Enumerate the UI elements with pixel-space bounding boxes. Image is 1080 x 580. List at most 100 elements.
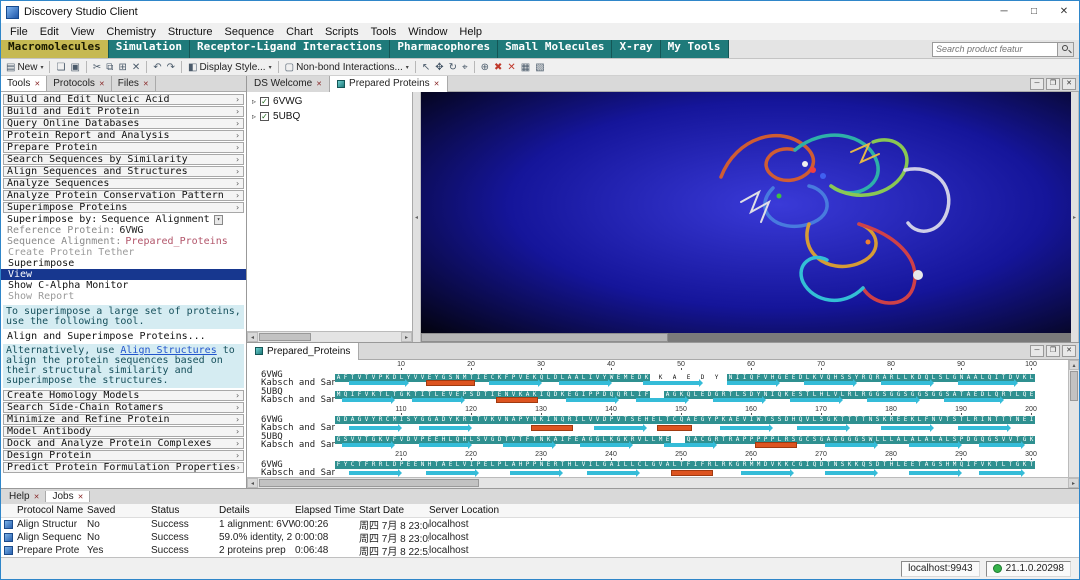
tool-prepare-protein[interactable]: Prepare Protein › (3, 142, 244, 153)
tool-create-homology-models[interactable]: Create Homology Models › (3, 390, 244, 401)
panel-tab-protocols[interactable]: Protocols ✕ (47, 76, 112, 91)
scroll-right-button[interactable]: ▸ (401, 332, 412, 342)
panel-minimize-button[interactable]: ─ (1030, 345, 1044, 357)
menu-sequence[interactable]: Sequence (219, 26, 281, 38)
right-splitter[interactable]: ▸ (1071, 92, 1079, 342)
menu-help[interactable]: Help (453, 26, 488, 38)
tool-action-view[interactable]: View (1, 269, 246, 280)
undo-button[interactable]: ↶ (151, 60, 163, 75)
superimpose-by-combo[interactable]: Superimpose by: Sequence Alignment ▾ (7, 214, 246, 225)
ribbon-tab-small-molecules[interactable]: Small Molecules (498, 40, 613, 58)
scroll-left-button[interactable]: ◂ (247, 478, 258, 488)
panel-tab-tools[interactable]: Tools ✕ (1, 76, 48, 91)
tool-build-and-edit-nucleic-acid[interactable]: Build and Edit Nucleic Acid › (3, 94, 244, 105)
close-tab-icon[interactable]: ✕ (34, 493, 40, 501)
zoom-cursor-button[interactable]: ⌖ (460, 60, 470, 75)
tool-search-side-chain-rotamers[interactable]: Search Side-Chain Rotamers › (3, 402, 244, 413)
jobs-row[interactable]: Align Sequenc No Success 59.0% identity, 20… (1, 531, 1079, 545)
scroll-thumb[interactable] (259, 479, 479, 487)
tree-item-5ubq[interactable]: ▹ ✓ 5UBQ (247, 109, 412, 124)
close-tab-icon[interactable]: ✕ (434, 80, 440, 88)
doc-tab-ds-welcome[interactable]: DS Welcome ✕ (247, 75, 331, 92)
scroll-thumb[interactable] (1070, 371, 1078, 401)
paste-button[interactable]: ⊞ (116, 60, 128, 75)
tool-build-and-edit-protein[interactable]: Build and Edit Protein › (3, 106, 244, 117)
tool-design-protein[interactable]: Design Protein › (3, 450, 244, 461)
left-splitter[interactable]: ◂ (413, 92, 421, 342)
tool-superimpose-proteins[interactable]: Superimpose Proteins › (3, 202, 244, 213)
save-button[interactable]: ▣ (68, 60, 81, 75)
sequence-cells[interactable]: QDAGVYRCMISYGGADYKRITVKVNAPYNKINQRILVVDP… (335, 415, 1035, 424)
sequence-alignment-view[interactable]: 10 20 30 40 50 60 70 80 90 100 6VWG A F T V T V P K D L Y V V E Y… (247, 360, 1079, 477)
ribbon-tab-x-ray[interactable]: X-ray (612, 40, 661, 58)
tool-model-antibody[interactable]: Model Antibody › (3, 426, 244, 437)
menu-window[interactable]: Window (402, 26, 453, 38)
ribbon-tab-my-tools[interactable]: My Tools (660, 40, 729, 58)
close-tab-icon[interactable]: ✕ (316, 80, 322, 88)
tool-action-superimpose[interactable]: Superimpose (7, 258, 246, 269)
bottom-tab-help[interactable]: Help ✕ (3, 491, 47, 502)
search-button[interactable] (1057, 42, 1073, 56)
redo-button[interactable]: ↷ (165, 60, 177, 75)
ribbon-tab-simulation[interactable]: Simulation (108, 40, 190, 58)
panel-restore-button[interactable]: ❐ (1046, 345, 1060, 357)
copy-button[interactable]: ⧉ (104, 60, 115, 75)
ribbon-tab-macromolecules[interactable]: Macromolecules (1, 40, 109, 58)
panel-minimize-button[interactable]: ─ (1030, 77, 1044, 90)
close-tab-icon[interactable]: ✕ (78, 493, 84, 501)
menu-chemistry[interactable]: Chemistry (100, 26, 162, 38)
jobs-row[interactable]: Align Structur No Success 1 alignment: 6VW 0… (1, 518, 1079, 532)
panel-close-button[interactable]: ✕ (1062, 345, 1076, 357)
sequence-cells[interactable]: GSVVTGKVFVDVPEEHLQHLSVGDTVTFTNKAIFEAGGLK… (335, 433, 1035, 444)
3d-viewer[interactable] (421, 92, 1071, 342)
sequence-vertical-scrollbar[interactable]: ▴ (1068, 360, 1079, 477)
sequence-cells[interactable]: MQIFVKTLTGKTITLEVEPSDTIENVKAKIQDKEGIPPDQ… (335, 388, 1035, 399)
tool-predict-protein-formulation-properties[interactable]: Predict Protein Formulation Properties › (3, 462, 244, 473)
tool-protein-report-and-analysis[interactable]: Protein Report and Analysis › (3, 130, 244, 141)
close-tab-icon[interactable]: ✕ (99, 80, 105, 88)
tool-search-sequences-by-similarity[interactable]: Search Sequences by Similarity › (3, 154, 244, 165)
center-view-button[interactable]: ⊕ (479, 60, 491, 75)
select-cursor-button[interactable]: ↖ (420, 60, 432, 75)
maximize-button[interactable]: □ (1019, 1, 1049, 23)
close-tab-icon[interactable]: ✕ (34, 80, 40, 88)
non-bond-interactions-button[interactable]: ▢ Non-bond Interactions... ▾ (283, 60, 411, 75)
visibility-checkbox[interactable]: ✓ (260, 112, 270, 121)
menu-tools[interactable]: Tools (365, 26, 403, 38)
panel-tab-files[interactable]: Files ✕ (111, 76, 156, 91)
ribbon-tab-pharmacophores[interactable]: Pharmacophores (390, 40, 499, 58)
tool-action-show-c-alpha-monitor[interactable]: Show C-Alpha Monitor (7, 280, 246, 291)
expand-icon[interactable]: ▹ (252, 97, 256, 106)
remove-object-button[interactable]: ✕ (505, 60, 517, 75)
snapshot-button[interactable]: ▧ (533, 60, 546, 75)
sequence-horizontal-scrollbar[interactable]: ◂ ▸ (247, 477, 1079, 488)
align-and-superimpose-link[interactable]: Align and Superimpose Proteins... (7, 331, 246, 342)
panel-close-button[interactable]: ✕ (1062, 77, 1076, 90)
minimize-button[interactable]: ─ (989, 1, 1019, 23)
menu-scripts[interactable]: Scripts (319, 26, 365, 38)
close-tab-icon[interactable]: ✕ (143, 80, 149, 88)
tool-query-online-databases[interactable]: Query Online Databases › (3, 118, 244, 129)
delete-button[interactable]: ✕ (130, 60, 142, 75)
menu-structure[interactable]: Structure (162, 26, 219, 38)
sequence-tab[interactable]: Prepared_Proteins (247, 342, 360, 360)
ribbon-tab-receptor-ligand-interactions[interactable]: Receptor-Ligand Interactions (189, 40, 391, 58)
scroll-up-button[interactable]: ▴ (1069, 360, 1079, 370)
menu-view[interactable]: View (65, 26, 101, 38)
sequence-cells[interactable]: FYCTFRRLDPEENHTAELVIPELPLAHPPNERTHLVILGA… (335, 460, 1035, 469)
open-button[interactable]: ❏ (54, 60, 67, 75)
scroll-thumb[interactable] (259, 333, 311, 341)
cut-button[interactable]: ✂ (91, 60, 103, 75)
search-input[interactable] (933, 44, 1057, 54)
clear-selection-button[interactable]: ✖ (492, 60, 504, 75)
close-button[interactable]: ✕ (1049, 1, 1079, 23)
visibility-checkbox[interactable]: ✓ (260, 97, 270, 106)
tool-analyze-protein-conservation-pattern[interactable]: Analyze Protein Conservation Pattern › (3, 190, 244, 201)
scroll-right-button[interactable]: ▸ (1068, 478, 1079, 488)
menu-file[interactable]: File (4, 26, 34, 38)
display-style-button[interactable]: ◧ Display Style... ▾ (186, 60, 274, 75)
tree-item-6vwg[interactable]: ▹ ✓ 6VWG (247, 94, 412, 109)
doc-tab-prepared-proteins[interactable]: Prepared Proteins ✕ (330, 75, 448, 92)
tool-minimize-and-refine-protein[interactable]: Minimize and Refine Protein › (3, 414, 244, 425)
tool-dock-and-analyze-protein-complexes[interactable]: Dock and Analyze Protein Complexes › (3, 438, 244, 449)
